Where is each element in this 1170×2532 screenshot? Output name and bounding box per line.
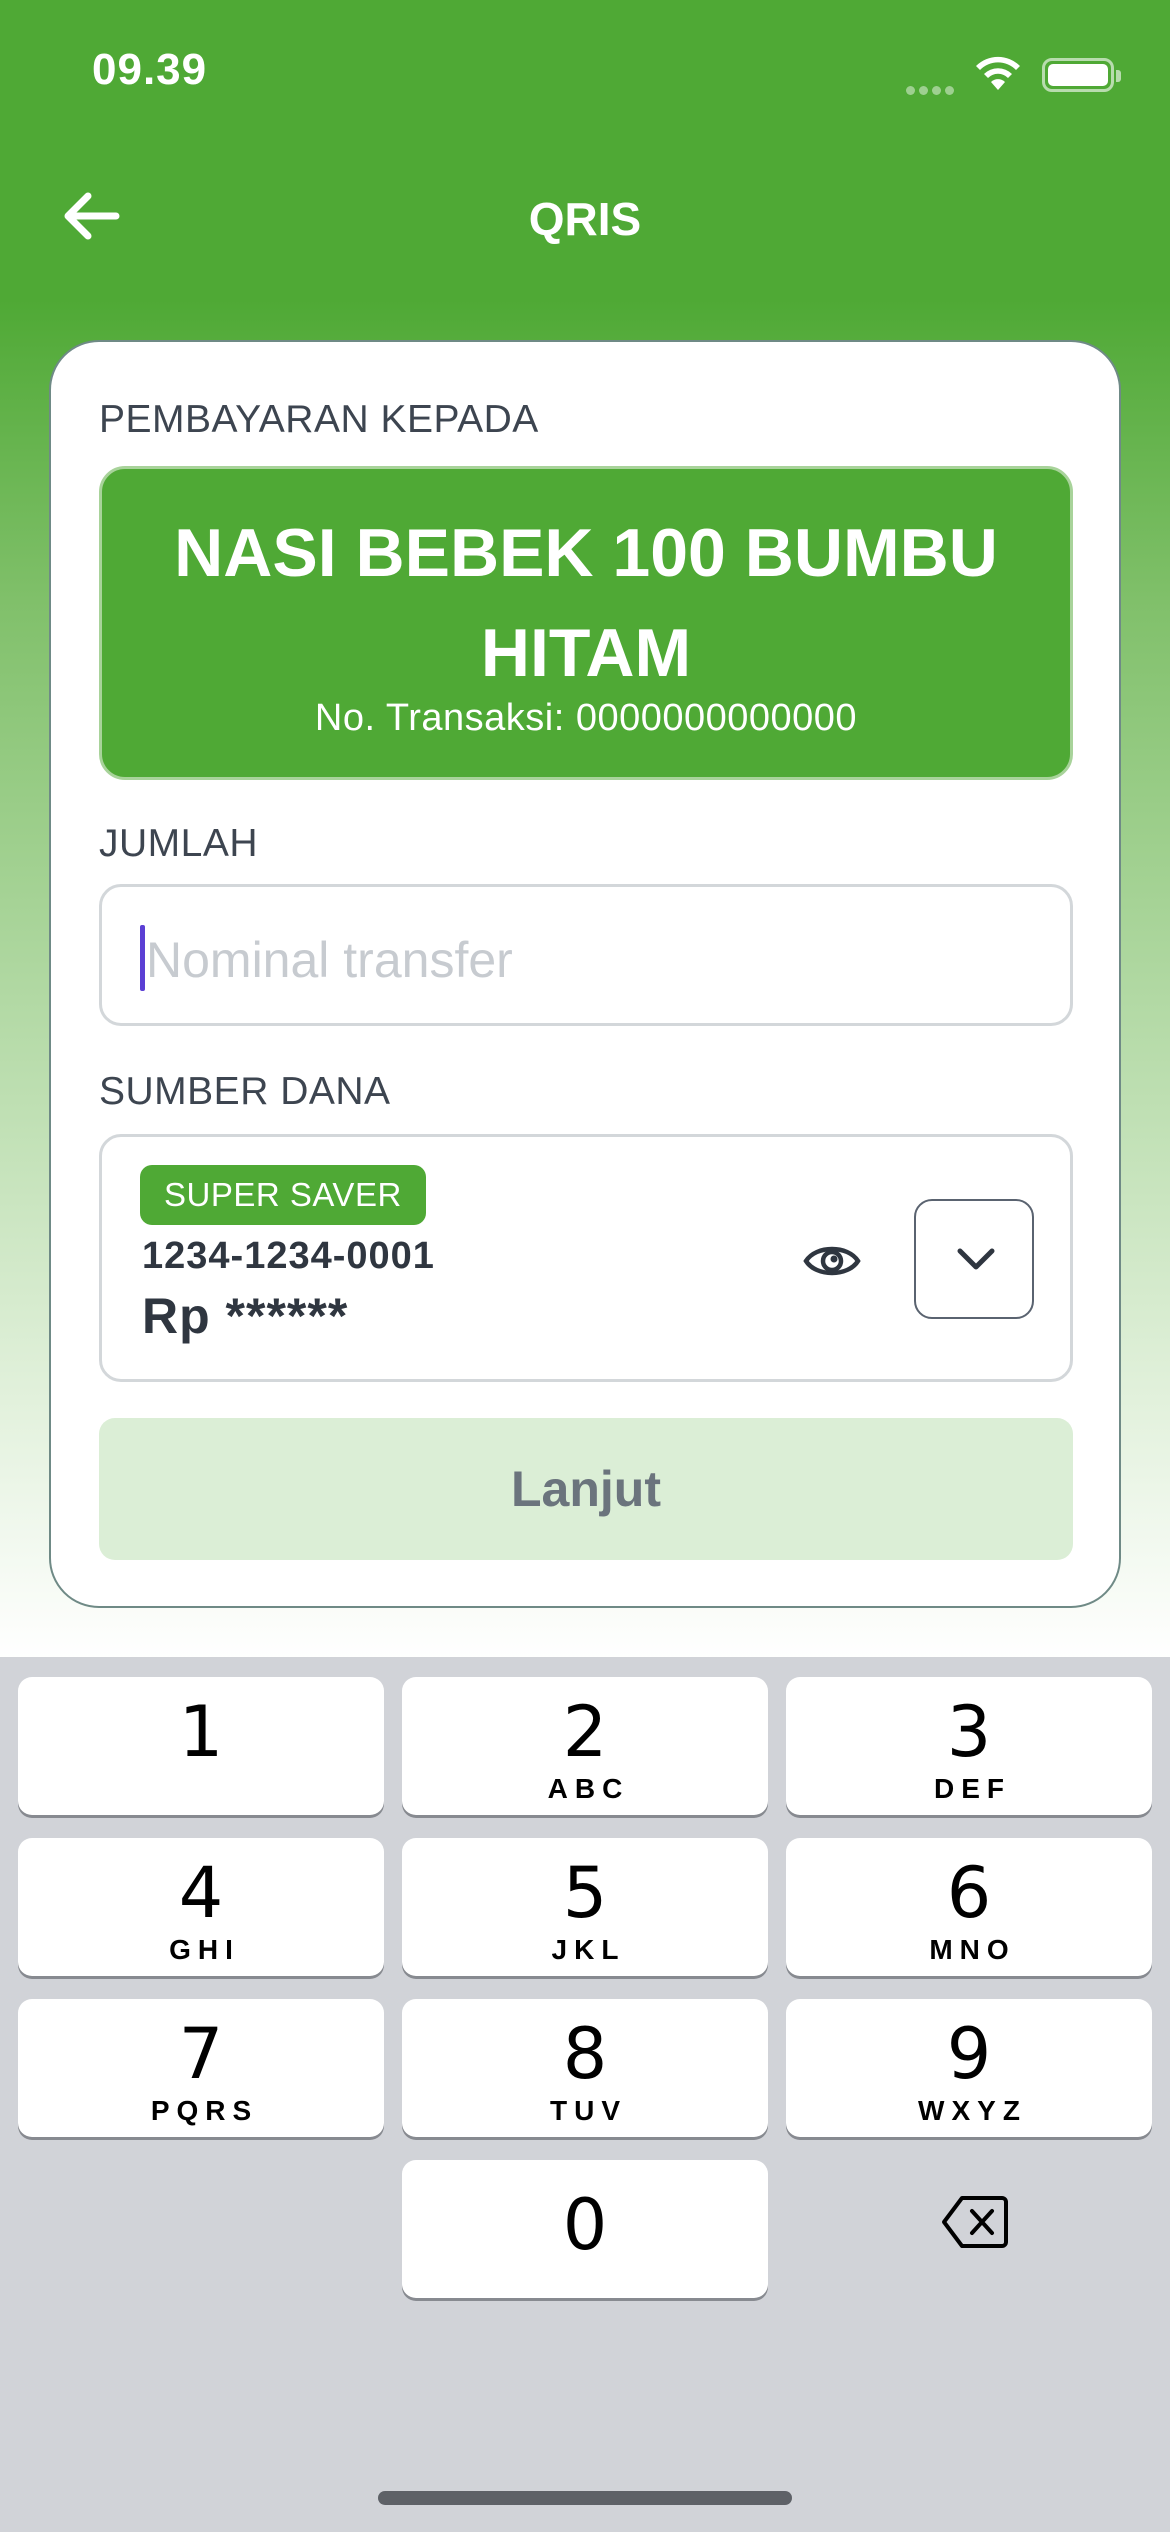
key-letters: MNO — [929, 1934, 1016, 1965]
cellular-signal-icon — [906, 82, 958, 95]
payment-card: PEMBAYARAN KEPADA NASI BEBEK 100 BUMBU H… — [49, 340, 1121, 1608]
page-title: QRIS — [528, 193, 642, 245]
account-dropdown-button[interactable] — [914, 1199, 1034, 1319]
source-label: SUMBER DANA — [99, 1070, 391, 1113]
continue-button[interactable]: Lanjut — [99, 1418, 1073, 1560]
nav-bar: QRIS — [0, 170, 1170, 270]
key-9[interactable]: 9 WXYZ — [786, 1999, 1152, 2137]
key-letters: TUV — [550, 2095, 627, 2126]
payment-to-label: PEMBAYARAN KEPADA — [99, 398, 539, 441]
status-time: 09.39 — [92, 45, 208, 94]
amount-placeholder: Nominal transfer — [146, 932, 513, 988]
account-type-badge: SUPER SAVER — [140, 1165, 426, 1225]
merchant-banner: NASI BEBEK 100 BUMBU HITAM No. Transaksi… — [99, 466, 1073, 780]
key-letters: JKL — [551, 1934, 626, 1965]
eye-icon[interactable] — [802, 1231, 862, 1291]
key-digit: 3 — [946, 1691, 992, 1773]
amount-label: JUMLAH — [99, 822, 259, 865]
key-digit: 8 — [562, 2013, 608, 2095]
key-3[interactable]: 3 DEF — [786, 1677, 1152, 1815]
key-digit: 9 — [946, 2013, 992, 2095]
key-4[interactable]: 4 GHI — [18, 1838, 384, 1976]
key-6[interactable]: 6 MNO — [786, 1838, 1152, 1976]
key-digit: 5 — [562, 1852, 608, 1934]
battery-icon — [1042, 58, 1121, 92]
key-letters: PQRS — [150, 2095, 259, 2126]
key-letters: GHI — [169, 1934, 240, 1965]
key-digit: 7 — [178, 2013, 224, 2095]
backspace-icon[interactable] — [940, 2192, 1010, 2252]
key-digit: 0 — [562, 2184, 608, 2266]
key-0[interactable]: 0 — [402, 2160, 768, 2298]
wifi-icon — [976, 56, 1020, 90]
key-digit: 6 — [946, 1852, 992, 1934]
key-5[interactable]: 5 JKL — [402, 1838, 768, 1976]
key-2[interactable]: 2 ABC — [402, 1677, 768, 1815]
key-1[interactable]: 1 — [18, 1677, 384, 1815]
chevron-down-icon — [957, 1248, 995, 1270]
key-7[interactable]: 7 PQRS — [18, 1999, 384, 2137]
key-8[interactable]: 8 TUV — [402, 1999, 768, 2137]
key-letters: ABC — [547, 1773, 630, 1804]
key-letters: DEF — [934, 1773, 1011, 1804]
account-number: 1234-1234-0001 — [142, 1235, 435, 1277]
source-account-selector[interactable]: SUPER SAVER 1234-1234-0001 Rp ****** — [99, 1134, 1073, 1382]
key-digit: 2 — [562, 1691, 608, 1773]
key-digit: 4 — [178, 1852, 224, 1934]
status-bar: 09.39 — [0, 0, 1170, 150]
key-letters: WXYZ — [918, 2095, 1027, 2126]
amount-input[interactable]: Nominal transfer — [99, 884, 1073, 1026]
transaction-number: No. Transaksi: 0000000000000 — [314, 697, 858, 739]
key-digit: 1 — [178, 1691, 224, 1773]
merchant-name: NASI BEBEK 100 BUMBU HITAM — [174, 515, 998, 691]
home-indicator — [378, 2491, 792, 2505]
account-balance: Rp ****** — [142, 1288, 349, 1344]
text-caret — [140, 925, 145, 991]
